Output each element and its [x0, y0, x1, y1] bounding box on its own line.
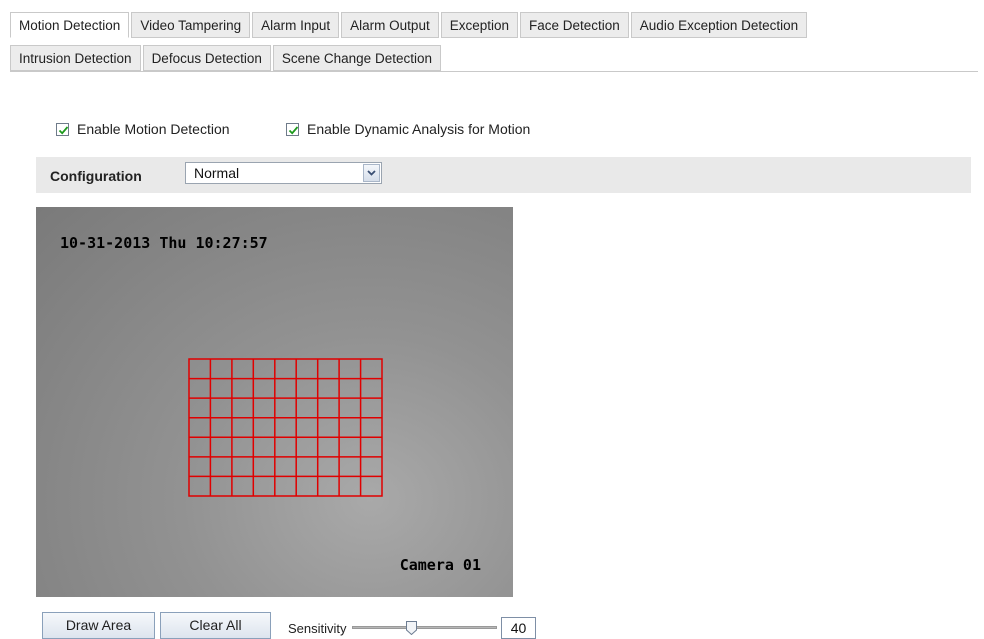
video-preview[interactable]: 10-31-2013 Thu 10:27:57 Camera 01 — [36, 207, 513, 597]
video-timestamp: 10-31-2013 Thu 10:27:57 — [60, 234, 268, 252]
configuration-label: Configuration — [50, 168, 142, 184]
tab-alarm-input[interactable]: Alarm Input — [252, 12, 340, 38]
tab-face-detection[interactable]: Face Detection — [520, 12, 629, 38]
enable-motion-label: Enable Motion Detection — [77, 121, 230, 137]
tab-defocus-detection[interactable]: Defocus Detection — [142, 45, 271, 71]
sensitivity-label: Sensitivity — [288, 621, 347, 636]
sensitivity-track — [352, 626, 497, 629]
chevron-down-icon — [367, 170, 376, 176]
configuration-select[interactable]: Normal — [185, 162, 382, 184]
enable-dynamic-checkbox[interactable] — [286, 122, 299, 136]
tab-video-tampering[interactable]: Video Tampering — [131, 12, 251, 38]
tab-row-2: Intrusion Detection Defocus Detection Sc… — [10, 45, 443, 71]
video-camera-name: Camera 01 — [399, 556, 481, 574]
dropdown-button[interactable] — [363, 164, 380, 182]
tab-audio-exception-detection[interactable]: Audio Exception Detection — [630, 12, 808, 38]
tab-alarm-output[interactable]: Alarm Output — [341, 12, 439, 38]
clear-all-button[interactable]: Clear All — [160, 612, 271, 639]
check-icon — [58, 125, 69, 135]
tab-row-1: Motion Detection Video Tampering Alarm I… — [10, 12, 809, 38]
motion-detection-grid[interactable] — [188, 358, 383, 498]
configuration-value: Normal — [194, 165, 240, 181]
enable-motion-detection-option[interactable]: Enable Motion Detection — [56, 121, 230, 137]
enable-dynamic-label: Enable Dynamic Analysis for Motion — [307, 121, 531, 137]
tab-intrusion-detection[interactable]: Intrusion Detection — [10, 45, 141, 71]
check-icon — [288, 125, 299, 135]
tab-scene-change-detection[interactable]: Scene Change Detection — [272, 45, 441, 71]
configuration-bar: Configuration Normal — [36, 157, 971, 193]
tab-motion-detection[interactable]: Motion Detection — [10, 12, 130, 38]
draw-area-button[interactable]: Draw Area — [42, 612, 155, 639]
slider-thumb-icon[interactable] — [405, 621, 417, 635]
sensitivity-slider[interactable] — [352, 621, 497, 635]
tab-divider — [10, 71, 978, 72]
tab-exception[interactable]: Exception — [440, 12, 518, 38]
sensitivity-value[interactable]: 40 — [501, 617, 536, 639]
enable-dynamic-analysis-option[interactable]: Enable Dynamic Analysis for Motion — [286, 121, 530, 137]
enable-motion-checkbox[interactable] — [56, 122, 69, 136]
